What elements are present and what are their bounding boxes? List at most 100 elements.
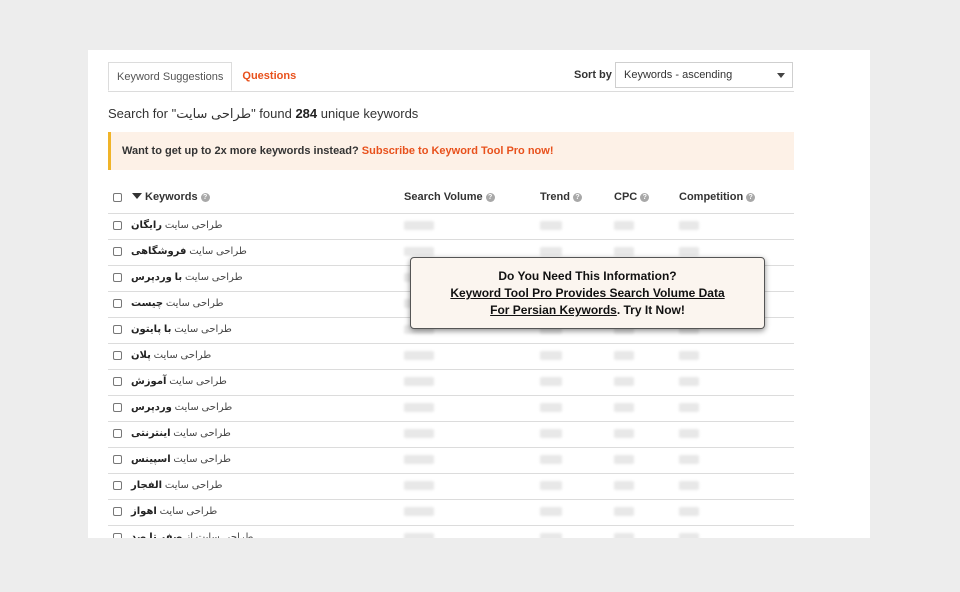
blurred-competition (679, 351, 699, 360)
results-tabs: Keyword Suggestions Questions (108, 62, 306, 92)
blurred-search-volume (404, 481, 434, 490)
keyword-text[interactable]: طراحی سایت فروشگاهی (131, 246, 247, 257)
row-checkbox[interactable] (113, 247, 122, 256)
column-keywords[interactable]: Keywords? (132, 191, 210, 203)
row-checkbox[interactable] (113, 377, 122, 386)
blurred-cpc (614, 507, 634, 516)
keyword-text[interactable]: طراحی سایت اسپینس (131, 454, 231, 465)
blurred-competition (679, 247, 699, 256)
keyword-text[interactable]: طراحی سایت با وردپرس (131, 272, 243, 283)
blurred-competition (679, 429, 699, 438)
blurred-trend (540, 429, 562, 438)
blurred-cpc (614, 221, 634, 230)
blurred-cpc (614, 403, 634, 412)
blurred-trend (540, 481, 562, 490)
blurred-cpc (614, 247, 634, 256)
keyword-text[interactable]: طراحی سایت چیست (131, 298, 223, 309)
keyword-text[interactable]: طراحی سایت از صفر تا صد (131, 532, 253, 538)
table-row: طراحی سایت اسپینس (108, 448, 794, 474)
blurred-trend (540, 455, 562, 464)
tab-keyword-suggestions[interactable]: Keyword Suggestions (108, 62, 233, 91)
row-checkbox[interactable] (113, 533, 122, 538)
blurred-competition (679, 455, 699, 464)
blurred-search-volume (404, 507, 434, 516)
blurred-cpc (614, 481, 634, 490)
keyword-text[interactable]: طراحی سایت الفجار (131, 480, 222, 491)
blurred-search-volume (404, 351, 434, 360)
column-trend[interactable]: Trend? (540, 191, 582, 203)
upgrade-popup: Do You Need This Information? Keyword To… (410, 257, 765, 329)
column-search-volume[interactable]: Search Volume? (404, 191, 495, 203)
row-checkbox[interactable] (113, 299, 122, 308)
table-row: طراحی سایت وردپرس (108, 396, 794, 422)
keyword-text[interactable]: طراحی سایت وردپرس (131, 402, 232, 413)
table-row: طراحی سایت پلان (108, 344, 794, 370)
blurred-competition (679, 481, 699, 490)
help-icon[interactable]: ? (640, 193, 650, 202)
blurred-search-volume (404, 429, 434, 438)
row-checkbox[interactable] (113, 221, 122, 230)
upgrade-banner: Want to get up to 2x more keywords inste… (108, 132, 794, 170)
blurred-cpc (614, 429, 634, 438)
blurred-competition (679, 533, 699, 538)
row-checkbox[interactable] (113, 429, 122, 438)
blurred-search-volume (404, 403, 434, 412)
help-icon[interactable]: ? (746, 193, 756, 202)
blurred-trend (540, 377, 562, 386)
row-checkbox[interactable] (113, 481, 122, 490)
blurred-search-volume (404, 377, 434, 386)
blurred-cpc (614, 533, 634, 538)
result-count: 284 (295, 106, 318, 121)
row-checkbox[interactable] (113, 351, 122, 360)
column-competition[interactable]: Competition? (679, 191, 756, 203)
column-cpc[interactable]: CPC? (614, 191, 650, 203)
blurred-cpc (614, 351, 634, 360)
blurred-competition (679, 221, 699, 230)
sort-select[interactable]: Keywords - ascending (615, 62, 793, 88)
help-icon[interactable]: ? (572, 193, 582, 202)
blurred-cpc (614, 455, 634, 464)
sort-select-value: Keywords - ascending (624, 69, 733, 81)
blurred-trend (540, 507, 562, 516)
help-icon[interactable]: ? (200, 193, 210, 202)
subscribe-link[interactable]: Subscribe to Keyword Tool Pro now! (362, 145, 554, 157)
row-checkbox[interactable] (113, 403, 122, 412)
keyword-text[interactable]: طراحی سایت آموزش (131, 376, 227, 387)
chevron-down-icon (777, 73, 785, 78)
search-query: طراحی سایت (176, 106, 252, 121)
blurred-search-volume (404, 221, 434, 230)
table-row: طراحی سایت از صفر تا صد (108, 526, 794, 538)
table-row: طراحی سایت اهواز (108, 500, 794, 526)
keyword-text[interactable]: طراحی سایت رایگان (131, 220, 222, 231)
blurred-search-volume (404, 455, 434, 464)
keyword-text[interactable]: طراحی سایت با پایتون (131, 324, 232, 335)
sort-label: Sort by (574, 69, 612, 81)
tabs-divider (108, 91, 794, 92)
popup-title: Do You Need This Information? (498, 269, 677, 283)
select-all-checkbox[interactable] (113, 193, 122, 202)
row-checkbox[interactable] (113, 455, 122, 464)
table-row: طراحی سایت آموزش (108, 370, 794, 396)
table-header: Keywords? Search Volume? Trend? CPC? Com… (108, 188, 794, 214)
help-icon[interactable]: ? (485, 193, 495, 202)
row-checkbox[interactable] (113, 325, 122, 334)
blurred-trend (540, 351, 562, 360)
blurred-search-volume (404, 533, 434, 538)
popup-tail: . Try It Now! (616, 303, 685, 317)
row-checkbox[interactable] (113, 507, 122, 516)
search-summary: Search for "طراحی سایت" found 284 unique… (108, 106, 419, 121)
blurred-trend (540, 403, 562, 412)
tab-questions[interactable]: Questions (232, 62, 306, 91)
table-row: طراحی سایت الفجار (108, 474, 794, 500)
blurred-search-volume (404, 247, 434, 256)
blurred-competition (679, 377, 699, 386)
row-checkbox[interactable] (113, 273, 122, 282)
keyword-text[interactable]: طراحی سایت پلان (131, 350, 211, 361)
keyword-text[interactable]: طراحی سایت اهواز (131, 506, 217, 517)
blurred-competition (679, 403, 699, 412)
blurred-competition (679, 507, 699, 516)
blurred-trend (540, 533, 562, 538)
blurred-trend (540, 247, 562, 256)
keyword-text[interactable]: طراحی سایت اینترنتی (131, 428, 231, 439)
blurred-cpc (614, 377, 634, 386)
